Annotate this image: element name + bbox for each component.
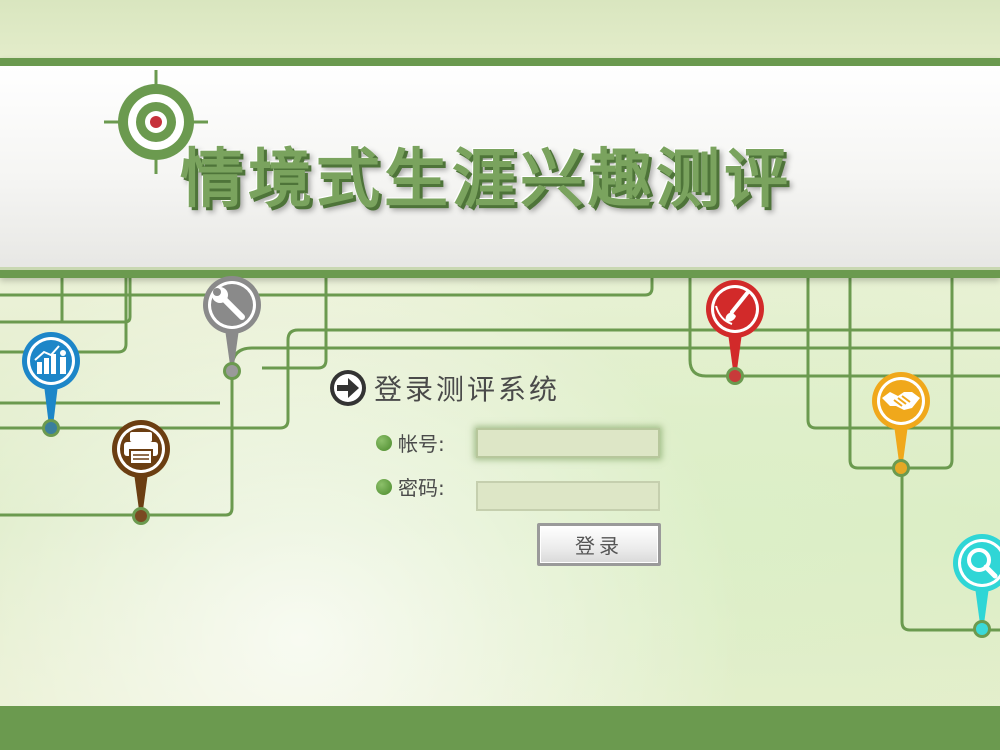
bullet-icon — [376, 434, 392, 451]
password-input[interactable] — [476, 481, 660, 511]
printer-icon[interactable] — [108, 418, 174, 530]
arrow-right-circle-icon — [330, 370, 366, 406]
login-page: 情境式生涯兴趣测评 登录测评系统 帐号: 密码: 登录 — [0, 0, 1000, 750]
magnifier-icon[interactable] — [949, 532, 1000, 644]
page-title: 情境式生涯兴趣测评 — [180, 143, 792, 217]
login-button[interactable]: 登录 — [537, 523, 661, 566]
wrench-icon[interactable] — [200, 275, 264, 385]
password-label: 密码: — [376, 472, 445, 501]
bar-chart-person-icon[interactable] — [18, 330, 84, 442]
password-label-text: 密码: — [398, 476, 445, 500]
account-input[interactable] — [476, 428, 660, 458]
login-heading: 登录测评系统 — [328, 368, 560, 408]
account-label: 帐号: — [376, 428, 445, 457]
paintbrush-icon[interactable] — [702, 278, 768, 390]
footer-bar — [0, 706, 1000, 750]
account-label-text: 帐号: — [398, 432, 445, 456]
handshake-icon[interactable] — [868, 370, 934, 482]
login-heading-text: 登录测评系统 — [374, 373, 561, 406]
bullet-icon — [376, 478, 392, 495]
